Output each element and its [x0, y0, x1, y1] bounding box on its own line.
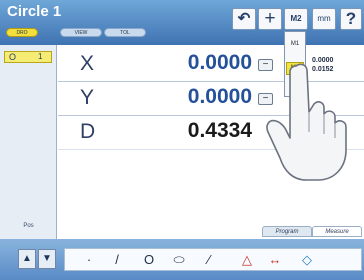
pointing-hand-icon — [266, 63, 347, 181]
view-pill-button[interactable]: VIEW — [60, 28, 102, 37]
distance-tool-icon[interactable]: ↔ — [265, 252, 285, 268]
pin-tool-icon[interactable]: ⁄ — [199, 252, 219, 268]
undo-button[interactable]: ↶ — [232, 8, 256, 30]
axis-label: X — [80, 52, 95, 75]
slot-tool-icon[interactable]: ⬭ — [169, 252, 189, 268]
axis-label: Y — [80, 86, 95, 109]
dro-pill-button[interactable]: DRO — [6, 28, 38, 37]
angle-tool-icon[interactable]: △ — [237, 252, 257, 268]
tab-measure[interactable]: Measure — [312, 226, 362, 237]
feature-number: 1 — [38, 52, 43, 61]
measurement-value: 0.0000 — [187, 85, 252, 108]
pos-label: Pos — [23, 223, 34, 229]
feature-list-panel: O 1 Pos — [0, 45, 57, 239]
circle-feature-icon: O — [9, 52, 17, 62]
axis-label: D — [80, 120, 96, 143]
feature-title: Circle 1 — [7, 3, 62, 20]
top-bar: Circle 1 DRO VIEW TOL ↶ + M2 mm ? — [0, 0, 364, 45]
point-tool-icon[interactable]: · — [79, 252, 99, 268]
units-button[interactable]: mm — [312, 8, 336, 30]
scroll-up-button[interactable]: ▲ — [18, 249, 36, 269]
measure-tools: · / O ⬭ ⁄ △ ↔ ◇ — [64, 248, 362, 271]
circle-tool-icon[interactable]: O — [139, 252, 159, 268]
dropdown-option-m1[interactable]: M1 — [286, 38, 304, 51]
skew-tool-icon[interactable]: ◇ — [297, 252, 317, 268]
tab-program[interactable]: Program — [262, 226, 312, 237]
feature-list-item[interactable]: O 1 — [4, 51, 52, 63]
tol-pill-button[interactable]: TOL — [104, 28, 146, 37]
measurement-value: 0.4334 — [187, 119, 252, 142]
add-button[interactable]: + — [258, 8, 282, 30]
line-tool-icon[interactable]: / — [107, 252, 127, 268]
scroll-down-button[interactable]: ▼ — [38, 249, 56, 269]
measure-mode-button[interactable]: M2 — [284, 8, 308, 30]
measurement-value: 0.0000 — [187, 51, 252, 74]
help-button[interactable]: ? — [340, 8, 362, 30]
bottom-toolbar: ▲ ▼ · / O ⬭ ⁄ △ ↔ ◇ — [0, 239, 364, 280]
